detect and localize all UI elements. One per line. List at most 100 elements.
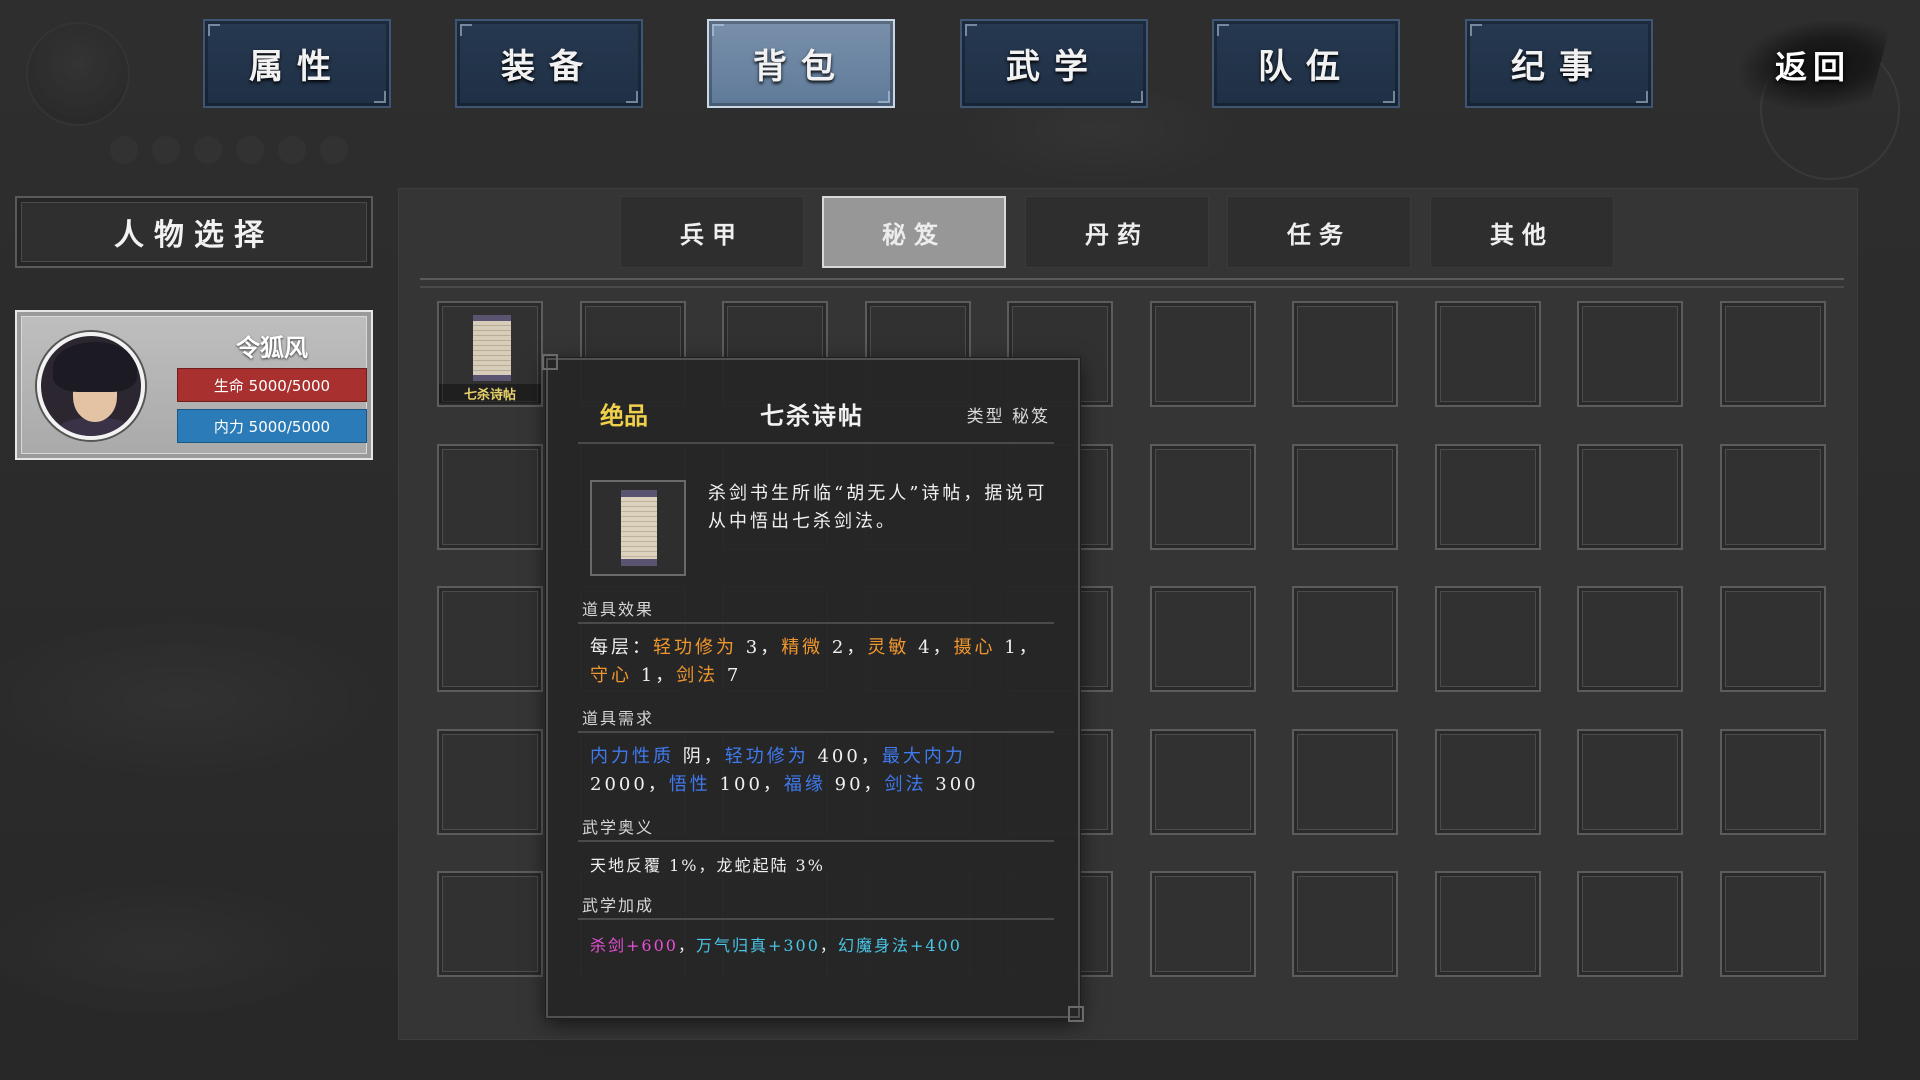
inventory-slot[interactable] <box>437 586 543 692</box>
inventory-slot[interactable] <box>1150 729 1256 835</box>
inventory-slot[interactable] <box>1720 301 1826 407</box>
character-select-button[interactable]: 人物选择 <box>15 196 373 268</box>
inventory-slot[interactable] <box>437 871 543 977</box>
divider <box>578 731 1054 733</box>
inventory-slot[interactable] <box>1292 729 1398 835</box>
req-value: 300 <box>935 774 979 795</box>
tab-chronicle[interactable]: 纪事 <box>1465 19 1653 108</box>
mystery-body: 天地反覆 1%，龙蛇起陆 3% <box>590 856 825 875</box>
inventory-slot[interactable] <box>1435 586 1541 692</box>
bonus-body: 杀剑+600，万气归真+300，幻魔身法+400 <box>590 936 962 955</box>
req-name: 内力性质 <box>590 746 674 767</box>
req-value: 阴 <box>682 746 704 767</box>
bonus-item: 万气归真+300 <box>695 936 820 955</box>
inventory-slot[interactable] <box>1150 871 1256 977</box>
effect-name: 灵敏 <box>867 637 910 658</box>
bonus-title: 武学加成 <box>582 896 655 915</box>
hp-bar: 生命 5000/5000 <box>177 368 367 402</box>
inventory-slot[interactable] <box>437 444 543 550</box>
bonus-item: 幻魔身法+400 <box>837 936 962 955</box>
mystery-title: 武学奥义 <box>582 818 655 837</box>
inventory-slot[interactable] <box>1577 444 1683 550</box>
requirement-body: 内力性质 阴，轻功修为 400，最大内力 2000，悟性 100，福缘 90，剑… <box>590 746 979 795</box>
inventory-slot[interactable] <box>1150 444 1256 550</box>
effect-value: 3 <box>745 637 761 658</box>
inventory-slot[interactable] <box>1720 729 1826 835</box>
inventory-slot[interactable] <box>1435 301 1541 407</box>
effect-value: 1 <box>640 665 656 686</box>
inventory-slot[interactable] <box>1435 444 1541 550</box>
inventory-slot[interactable] <box>1292 444 1398 550</box>
item-icon-frame <box>590 480 686 576</box>
subtab-manuals[interactable]: 秘笈 <box>822 196 1006 268</box>
req-value: 90 <box>834 774 864 795</box>
character-name: 令狐风 <box>236 333 308 362</box>
inventory-slot[interactable] <box>1435 871 1541 977</box>
tab-equipment[interactable]: 装备 <box>455 19 643 108</box>
effect-value: 2 <box>831 637 847 658</box>
req-value: 400 <box>817 746 861 767</box>
status-dot <box>320 136 348 164</box>
inventory-slot[interactable] <box>1577 301 1683 407</box>
tab-attributes[interactable]: 属性 <box>203 19 391 108</box>
req-name: 轻功修为 <box>724 746 809 767</box>
scroll-icon <box>473 315 511 381</box>
inventory-slot[interactable] <box>437 729 543 835</box>
avatar <box>37 332 145 440</box>
effect-value: 4 <box>918 637 933 658</box>
bonus-item: 杀剑+600 <box>590 936 678 955</box>
effect-value: 1 <box>1004 637 1019 658</box>
requirement-title: 道具需求 <box>582 709 655 728</box>
inventory-slot[interactable] <box>1720 444 1826 550</box>
inventory-slot[interactable] <box>1720 586 1826 692</box>
background-status-dots <box>110 136 348 164</box>
effect-name: 剑法 <box>676 665 719 686</box>
effect-title: 道具效果 <box>582 600 655 619</box>
subtab-weapons-armor[interactable]: 兵甲 <box>620 196 804 268</box>
background-avatar <box>26 22 130 126</box>
subtab-medicine[interactable]: 丹药 <box>1025 196 1209 268</box>
inventory-slot-item[interactable]: 七杀诗帖 <box>437 301 543 407</box>
status-dot <box>152 136 180 164</box>
item-quality: 绝品 <box>600 401 648 430</box>
req-name: 最大内力 <box>881 746 966 767</box>
inventory-slot[interactable] <box>1292 586 1398 692</box>
inventory-slot[interactable] <box>1577 729 1683 835</box>
status-dot <box>236 136 264 164</box>
effect-body: 每层：轻功修为 3，精微 2，灵敏 4，摄心 1，守心 1，剑法 7 <box>590 637 1040 686</box>
effect-name: 摄心 <box>953 637 996 658</box>
item-tooltip: 绝品 七杀诗帖 类型 秘笈 杀剑书生所临“胡无人”诗帖，据说可从中悟出七杀剑法。… <box>542 354 1084 1022</box>
divider <box>578 840 1054 842</box>
inventory-slot[interactable] <box>1150 586 1256 692</box>
effect-name: 轻功修为 <box>653 637 737 658</box>
item-description: 杀剑书生所临“胡无人”诗帖，据说可从中悟出七杀剑法。 <box>708 483 1048 532</box>
subtab-quest[interactable]: 任务 <box>1227 196 1411 268</box>
tab-team[interactable]: 队伍 <box>1212 19 1400 108</box>
inventory-slot[interactable] <box>1577 871 1683 977</box>
req-name: 悟性 <box>668 774 711 795</box>
tab-martial-arts[interactable]: 武学 <box>960 19 1148 108</box>
inventory-slot[interactable] <box>1150 301 1256 407</box>
divider <box>578 442 1054 444</box>
tab-divider <box>420 278 1844 288</box>
scroll-icon <box>621 490 657 566</box>
inventory-slot[interactable] <box>1577 586 1683 692</box>
inventory-slot[interactable] <box>1292 301 1398 407</box>
inventory-slot[interactable] <box>1720 871 1826 977</box>
back-button[interactable]: 返回 <box>1748 30 1878 100</box>
req-value: 100 <box>719 774 763 795</box>
inventory-slot[interactable] <box>1435 729 1541 835</box>
character-card[interactable]: 令狐风 生命 5000/5000 内力 5000/5000 <box>15 310 373 460</box>
divider <box>578 622 1054 624</box>
req-name: 福缘 <box>783 774 826 795</box>
tab-backpack[interactable]: 背包 <box>707 19 895 108</box>
req-value: 2000 <box>590 774 648 795</box>
inventory-slot[interactable] <box>1292 871 1398 977</box>
effect-prefix: 每层： <box>590 637 653 658</box>
status-dot <box>110 136 138 164</box>
item-name: 七杀诗帖 <box>760 401 864 430</box>
effect-name: 守心 <box>590 665 632 686</box>
subtab-other[interactable]: 其他 <box>1430 196 1614 268</box>
req-name: 剑法 <box>884 774 927 795</box>
item-type: 类型 秘笈 <box>966 407 1050 427</box>
